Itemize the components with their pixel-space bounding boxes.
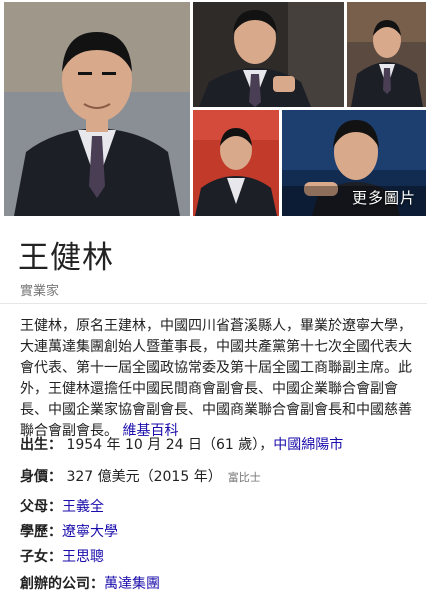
fact-birth: 出生： 1954 年 10 月 24 日（61 歲），中國綿陽市	[20, 434, 343, 454]
fact-source-forbes: 富比士	[227, 471, 261, 484]
person-photo-3	[347, 2, 426, 107]
fact-label-education: 學歷：	[20, 524, 62, 540]
description-text: 王健林，原名王建林，中國四川省蒼溪縣人，畢業於遼寧大學，大連萬達集團創始人暨董事…	[20, 318, 412, 439]
knowledge-panel: 更多圖片 王健林 實業家 王健林，原名王建林，中國四川省蒼溪縣人，畢業於遼寧大學…	[0, 0, 427, 600]
fact-link-birthplace[interactable]: 中國綿陽市	[273, 437, 343, 453]
fact-label-net-worth: 身價：	[20, 469, 62, 485]
photo-grid: 更多圖片	[0, 0, 427, 218]
fact-value-net-worth: 327 億美元（2015 年）	[62, 469, 222, 485]
fact-label-children: 子女：	[20, 549, 62, 565]
fact-link-founded[interactable]: 萬達集團	[104, 576, 160, 592]
photo-portrait-large[interactable]	[4, 2, 190, 216]
person-photo-4	[193, 110, 279, 216]
fact-link-children[interactable]: 王思聰	[62, 549, 104, 565]
divider	[0, 303, 427, 304]
fact-label-founded: 創辦的公司：	[20, 576, 104, 592]
photo-portrait-4[interactable]	[193, 110, 279, 216]
entity-description: 王健林，原名王建林，中國四川省蒼溪縣人，畢業於遼寧大學，大連萬達集團創始人暨董事…	[20, 316, 412, 442]
fact-label-parents: 父母：	[20, 499, 62, 515]
entity-subtitle: 實業家	[20, 284, 60, 299]
fact-education: 學歷：遼寧大學	[20, 521, 118, 541]
fact-link-education[interactable]: 遼寧大學	[62, 524, 118, 540]
person-photo-1	[4, 2, 190, 216]
fact-parents: 父母：王義全	[20, 496, 104, 516]
fact-children: 子女：王思聰	[20, 546, 104, 566]
entity-title: 王健林	[18, 240, 114, 276]
person-photo-2	[193, 2, 344, 107]
photo-portrait-2[interactable]	[193, 2, 344, 107]
fact-link-parents[interactable]: 王義全	[62, 499, 104, 515]
fact-net-worth: 身價： 327 億美元（2015 年） 富比士	[20, 466, 261, 486]
photo-portrait-3[interactable]	[347, 2, 426, 107]
fact-value-birth: 1954 年 10 月 24 日（61 歲），	[62, 437, 274, 453]
fact-label-birth: 出生：	[20, 437, 62, 453]
more-images-label[interactable]: 更多圖片	[352, 187, 416, 208]
fact-founded: 創辦的公司：萬達集團	[20, 573, 160, 593]
photo-portrait-5-more[interactable]: 更多圖片	[282, 110, 426, 216]
